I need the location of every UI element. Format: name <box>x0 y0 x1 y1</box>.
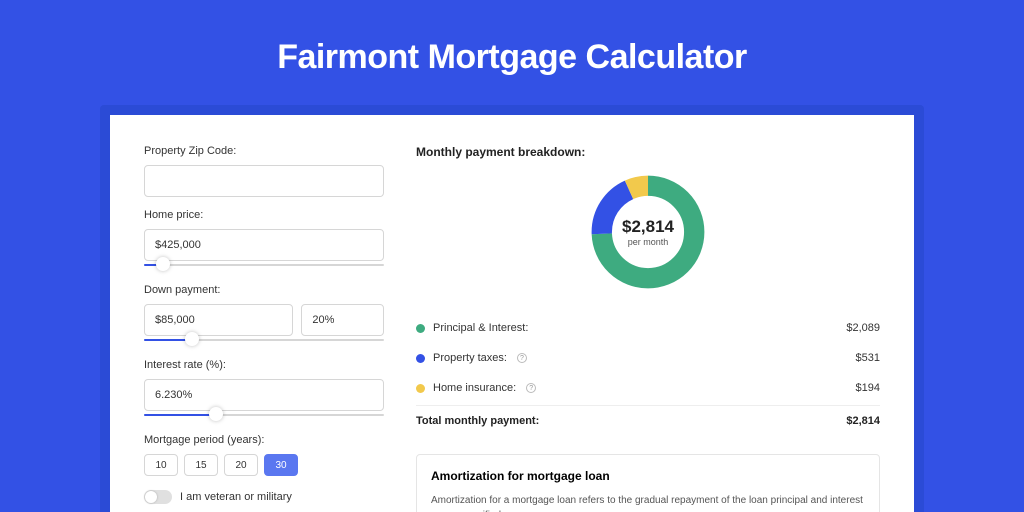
legend-label: Principal & Interest: <box>433 322 528 334</box>
form-column: Property Zip Code: Home price: Down paym… <box>144 145 384 512</box>
down-payment-input[interactable] <box>144 304 293 336</box>
main-card: Property Zip Code: Home price: Down paym… <box>110 115 914 512</box>
down-payment-label: Down payment: <box>144 284 384 296</box>
amortization-title: Amortization for mortgage loan <box>431 469 865 483</box>
legend-label: Property taxes: <box>433 352 507 364</box>
amortization-text: Amortization for a mortgage loan refers … <box>431 493 865 512</box>
info-icon[interactable]: ? <box>526 383 536 393</box>
interest-slider-thumb[interactable] <box>209 407 223 421</box>
period-options: 10 15 20 30 <box>144 454 384 476</box>
zip-group: Property Zip Code: <box>144 145 384 197</box>
dot-icon <box>416 384 425 393</box>
legend-value: $194 <box>856 382 880 394</box>
veteran-toggle[interactable] <box>144 490 172 504</box>
interest-label: Interest rate (%): <box>144 359 384 371</box>
period-option-30[interactable]: 30 <box>264 454 298 476</box>
legend-value: $531 <box>856 352 880 364</box>
home-price-input[interactable] <box>144 229 384 261</box>
total-value: $2,814 <box>846 415 880 427</box>
donut-center: $2,814 per month <box>587 171 709 293</box>
legend-value: $2,089 <box>846 322 880 334</box>
down-payment-slider[interactable] <box>144 333 384 347</box>
donut-sub: per month <box>628 237 669 247</box>
interest-input[interactable] <box>144 379 384 411</box>
period-group: Mortgage period (years): 10 15 20 30 <box>144 434 384 476</box>
breakdown-title: Monthly payment breakdown: <box>416 145 880 159</box>
total-row: Total monthly payment: $2,814 <box>416 405 880 436</box>
period-option-20[interactable]: 20 <box>224 454 258 476</box>
breakdown-column: Monthly payment breakdown: $2,814 per mo… <box>416 145 880 512</box>
interest-group: Interest rate (%): <box>144 359 384 422</box>
period-label: Mortgage period (years): <box>144 434 384 446</box>
veteran-label: I am veteran or military <box>180 491 292 503</box>
legend-property-taxes: Property taxes: ? $531 <box>416 343 880 373</box>
home-price-group: Home price: <box>144 209 384 272</box>
period-option-15[interactable]: 15 <box>184 454 218 476</box>
veteran-row: I am veteran or military <box>144 490 384 504</box>
interest-slider[interactable] <box>144 408 384 422</box>
total-label: Total monthly payment: <box>416 415 539 427</box>
donut-amount: $2,814 <box>622 217 674 237</box>
info-icon[interactable]: ? <box>517 353 527 363</box>
toggle-knob <box>145 491 157 503</box>
legend-principal-interest: Principal & Interest: $2,089 <box>416 313 880 343</box>
down-payment-group: Down payment: <box>144 284 384 347</box>
zip-input[interactable] <box>144 165 384 197</box>
dot-icon <box>416 354 425 363</box>
amortization-card: Amortization for mortgage loan Amortizat… <box>416 454 880 512</box>
home-price-slider[interactable] <box>144 258 384 272</box>
period-option-10[interactable]: 10 <box>144 454 178 476</box>
legend-home-insurance: Home insurance: ? $194 <box>416 373 880 403</box>
dot-icon <box>416 324 425 333</box>
down-payment-pct-input[interactable] <box>301 304 384 336</box>
donut-chart: $2,814 per month <box>416 171 880 293</box>
home-price-label: Home price: <box>144 209 384 221</box>
home-price-slider-thumb[interactable] <box>156 257 170 271</box>
legend-label: Home insurance: <box>433 382 516 394</box>
down-payment-slider-thumb[interactable] <box>185 332 199 346</box>
page-title: Fairmont Mortgage Calculator <box>0 0 1024 105</box>
zip-label: Property Zip Code: <box>144 145 384 157</box>
main-card-outer: Property Zip Code: Home price: Down paym… <box>100 105 924 512</box>
